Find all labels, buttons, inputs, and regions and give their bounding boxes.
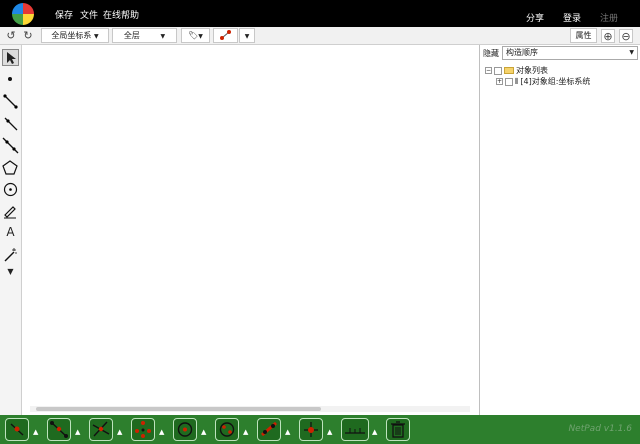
properties-button[interactable]: 属性 <box>570 28 597 43</box>
caret-up-icon[interactable]: ▲ <box>372 428 377 436</box>
top-bar: 保存 文件 在线帮助 分享 登录 注册 <box>0 0 640 27</box>
coord-system-select[interactable]: 全局坐标系 ▼ <box>41 28 109 43</box>
drawing-canvas[interactable] <box>22 45 479 415</box>
tag-icon: 🏷 <box>188 31 199 40</box>
tree-child-item[interactable]: + ⫴ [4]对象组:坐标系统 <box>496 76 590 87</box>
scrollbar-thumb[interactable] <box>36 407 321 411</box>
style-dropdown[interactable]: ▼ <box>239 28 255 43</box>
line-tool-icon[interactable] <box>2 137 19 154</box>
app-logo <box>12 3 34 25</box>
zoom-out-icon[interactable]: ⊖ <box>619 29 633 43</box>
expand-icon[interactable]: + <box>496 78 503 85</box>
netpad-brand: NetPad v1.1.6 <box>568 424 632 434</box>
select-arrow-icon[interactable] <box>2 49 19 66</box>
pen-tool-icon[interactable] <box>2 203 19 220</box>
zoom-in-icon[interactable]: ⊕ <box>601 29 615 43</box>
tree-child-label: [4]对象组:坐标系统 <box>520 77 591 86</box>
object-panel: 隐藏 构造顺序 ▼ − 对象列表 + ⫴ [4]对象组:坐标系统 <box>479 45 640 415</box>
main-toolbar: ↺ ↻ 全局坐标系 ▼ 全层 ▼ 🏷▼ ▼ 属性 ⊕ ⊖ <box>0 27 640 45</box>
caret-up-icon[interactable]: ▲ <box>327 428 332 436</box>
caret-up-icon[interactable]: ▲ <box>243 428 248 436</box>
tree-root-label: 对象列表 <box>516 66 548 75</box>
properties-label: 属性 <box>575 31 592 40</box>
trash-icon[interactable] <box>386 418 410 441</box>
text-tool-icon[interactable]: A <box>2 225 19 242</box>
chevron-down-icon: ▼ <box>160 33 166 40</box>
chevron-down-icon: ▼ <box>629 49 634 56</box>
layer-select[interactable]: 全层 ▼ <box>112 28 177 43</box>
polygon-points-icon[interactable] <box>131 418 155 441</box>
folder-icon <box>504 67 514 74</box>
intersection-icon[interactable] <box>89 418 113 441</box>
share-button[interactable]: 分享 <box>526 11 544 24</box>
caret-up-icon[interactable]: ▲ <box>285 428 290 436</box>
circle-center-icon[interactable] <box>173 418 197 441</box>
redo-icon[interactable]: ↻ <box>21 29 35 43</box>
menu-file[interactable]: 文件 <box>80 8 98 21</box>
magic-wand-icon[interactable] <box>2 247 19 264</box>
chevron-down-icon: ▼ <box>198 33 203 40</box>
caret-up-icon[interactable]: ▲ <box>159 428 164 436</box>
chevron-down-icon: ▼ <box>93 33 99 40</box>
midpoint-icon[interactable] <box>47 418 71 441</box>
register-button[interactable]: 注册 <box>600 11 618 24</box>
checkbox-icon[interactable] <box>494 66 502 75</box>
collapse-icon[interactable]: − <box>485 67 492 74</box>
circle-points-icon[interactable] <box>215 418 239 441</box>
tree-root-item[interactable]: − 对象列表 <box>485 65 548 76</box>
caret-up-icon[interactable]: ▲ <box>201 428 206 436</box>
layer-label: 全层 <box>123 31 140 40</box>
menu-online-help[interactable]: 在线帮助 <box>103 8 139 21</box>
horizontal-scrollbar[interactable] <box>30 406 470 412</box>
segment-tool-icon[interactable] <box>2 93 19 110</box>
chevron-down-icon: ▼ <box>244 33 250 40</box>
points-style-icon <box>219 30 231 40</box>
measure-icon[interactable] <box>341 418 369 441</box>
caret-up-icon[interactable]: ▲ <box>33 428 38 436</box>
point-tool-icon[interactable] <box>2 71 19 88</box>
bottom-toolbar: ▲ ▲ ▲ ▲ ▲ ▲ ▲ ▲ ▲ NetPad v1.1.6 <box>0 415 640 444</box>
more-tools-icon[interactable]: ▼ <box>2 267 19 284</box>
group-icon: ⫴ <box>515 76 519 86</box>
segment-points-icon[interactable] <box>257 418 281 441</box>
caret-up-icon[interactable]: ▲ <box>117 428 122 436</box>
point-on-object-icon[interactable] <box>5 418 29 441</box>
hide-label: 隐藏 <box>483 49 499 58</box>
left-toolbox: A ▼ <box>0 45 22 415</box>
login-button[interactable]: 登录 <box>563 11 581 24</box>
caret-up-icon[interactable]: ▲ <box>75 428 80 436</box>
perpendicular-icon[interactable] <box>299 418 323 441</box>
undo-icon[interactable]: ↺ <box>4 29 18 43</box>
order-select-label: 构造顺序 <box>506 48 538 57</box>
style-tool[interactable] <box>213 28 238 43</box>
label-tool-select[interactable]: 🏷▼ <box>181 28 210 43</box>
ray-tool-icon[interactable] <box>2 115 19 132</box>
order-select[interactable]: 构造顺序 ▼ <box>502 46 638 60</box>
menu-save[interactable]: 保存 <box>55 8 73 21</box>
circle-tool-icon[interactable] <box>2 181 19 198</box>
polygon-tool-icon[interactable] <box>2 159 19 176</box>
coord-system-label: 全局坐标系 <box>51 31 92 40</box>
checkbox-icon[interactable] <box>505 77 513 86</box>
